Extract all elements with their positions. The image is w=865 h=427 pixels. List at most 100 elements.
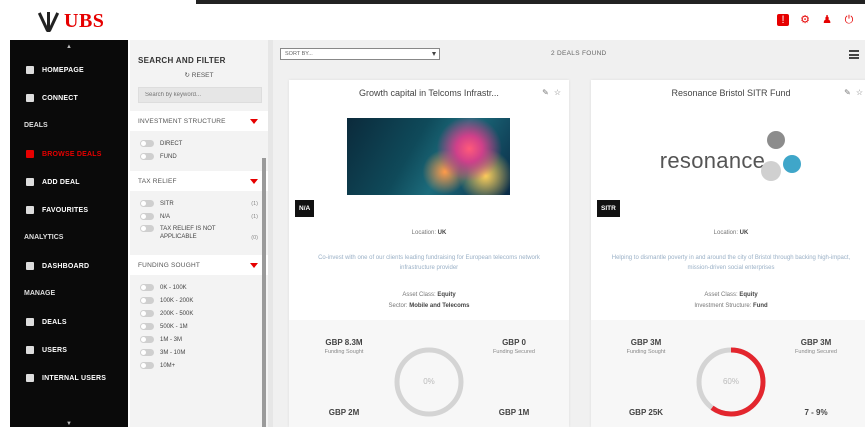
notifications-icon[interactable]: ! (777, 14, 789, 26)
deal-stats: GBP 8.3M Funding Sought GBP 0 Funding Secu… (289, 320, 569, 427)
filter-option-label: 0K - 100K (160, 284, 187, 291)
sidebar-item-connect[interactable]: CONNECT (10, 84, 128, 112)
filter-toggle[interactable] (140, 297, 154, 304)
filter-toggle[interactable] (140, 153, 154, 160)
sort-select[interactable]: SORT BY... (280, 48, 440, 60)
deal-card[interactable]: Resonance Bristol SITR Fund ✎ ☆ resonanc… (591, 80, 865, 427)
filter-toggle[interactable] (140, 336, 154, 343)
filter-section-title: TAX RELIEF (138, 177, 177, 185)
filter-option: 0K - 100K (130, 281, 268, 294)
edit-icon[interactable]: ✎ (844, 88, 851, 97)
caret-down-icon (250, 118, 258, 124)
funding-sought-stat: GBP 3M Funding Sought (611, 338, 681, 355)
filter-toggle[interactable] (140, 310, 154, 317)
meta2-value: Fund (753, 303, 768, 309)
sidebar-collapse-icon[interactable]: ▲ (10, 40, 128, 56)
filter-toggle[interactable] (140, 200, 154, 207)
meta2-label: Sector: (388, 303, 408, 309)
stat-value: GBP 1M (498, 408, 530, 417)
stat-value: GBP 8.3M (325, 338, 363, 347)
filter-toggle[interactable] (140, 213, 154, 220)
deal-card[interactable]: Growth capital in Telcoms Infrastr... ✎ … (289, 80, 569, 427)
filter-option-label: SITR (160, 200, 174, 207)
filter-toggle[interactable] (140, 284, 154, 291)
deals-toolbar: SORT BY... 2 DEALS FOUND (273, 40, 865, 68)
edit-icon[interactable]: ✎ (542, 88, 549, 97)
stat-value: GBP 3M (630, 338, 662, 347)
filter-option-label: TAX RELIEF IS NOT APPLICABLE (160, 226, 216, 240)
sidebar-item-label: DEALS (42, 318, 67, 326)
filter-section-header[interactable]: FUNDING SOUGHT (130, 255, 268, 275)
location-value: UK (739, 230, 749, 236)
filter-option: DIRECT (130, 137, 268, 150)
deal-description: Co-invest with one of our clients leadin… (318, 255, 540, 271)
funding-secured-stat: GBP 0 Funding Secured (479, 338, 549, 355)
view-toggle-icon[interactable] (849, 50, 859, 59)
secondary-stat: GBP 1M (479, 408, 549, 417)
sidebar-item-homepage[interactable]: HOMEPAGE (10, 56, 128, 84)
deal-title[interactable]: Growth capital in Telcoms Infrastr... (289, 88, 569, 98)
sidebar-item-dashboard[interactable]: DASHBOARD (10, 252, 128, 280)
favourite-icon[interactable]: ☆ (856, 88, 863, 97)
sidebar-section-heading: DEALS (24, 122, 48, 129)
filter-toggle[interactable] (140, 323, 154, 330)
location-label: Location: (411, 230, 436, 236)
sidebar-item-deals[interactable]: DEALS (10, 308, 128, 336)
chevron-down-icon (432, 52, 436, 56)
min-investment-stat: GBP 2M (309, 408, 379, 417)
deal-meta: Asset Class: Equity Sector: Mobile and T… (289, 290, 569, 312)
filter-option: 200K - 500K (130, 307, 268, 320)
internal-users-icon (26, 374, 34, 382)
sidebar-item-browse-deals[interactable]: BROWSE DEALS (10, 140, 128, 168)
filter-option: 100K - 200K (130, 294, 268, 307)
filter-scrollbar[interactable] (262, 158, 266, 427)
resonance-dots-icon (761, 127, 802, 187)
header-actions: ! ⚙ ♟ ⏻ (777, 14, 855, 26)
sidebar-item-label: CONNECT (42, 94, 79, 102)
filter-option: FUND (130, 150, 268, 163)
deals-found-count: 2 DEALS FOUND (551, 50, 607, 57)
filter-section-header[interactable]: TAX RELIEF (130, 171, 268, 191)
deal-card-tools: ✎ ☆ (844, 88, 863, 97)
filter-section-header[interactable]: INVESTMENT STRUCTURE (130, 111, 268, 131)
stat-label: Funding Sought (626, 349, 666, 355)
filter-toggle[interactable] (140, 140, 154, 147)
deal-stats: GBP 3M Funding Sought GBP 3M Funding Secur… (591, 320, 865, 427)
sidebar-item-internal-users[interactable]: INTERNAL USERS (10, 364, 128, 392)
filter-section-title: INVESTMENT STRUCTURE (138, 117, 226, 125)
deal-title[interactable]: Resonance Bristol SITR Fund (591, 88, 865, 98)
filter-option: N/A (1) (130, 210, 268, 223)
sidebar-item-label: FAVOURITES (42, 206, 89, 214)
stat-value: 7 - 9% (804, 408, 828, 417)
sidebar-section-heading: ANALYTICS (24, 234, 64, 241)
stat-value: GBP 2M (328, 408, 360, 417)
deals-main-area: SORT BY... 2 DEALS FOUND Growth capital … (273, 40, 865, 427)
settings-icon[interactable]: ⚙ (799, 14, 811, 26)
browse-icon (26, 150, 34, 158)
dashboard-icon (26, 262, 34, 270)
reset-label: RESET (191, 72, 214, 79)
keyword-search-input[interactable] (138, 87, 262, 103)
sidebar-item-add-deal[interactable]: ADD DEAL (10, 168, 128, 196)
filter-toggle[interactable] (140, 225, 154, 232)
filter-option-label: 3M - 10M (160, 349, 186, 356)
filter-toggle[interactable] (140, 362, 154, 369)
caret-down-icon (250, 262, 258, 268)
reset-button[interactable]: ↻ RESET (130, 71, 268, 79)
filter-option-label: 200K - 500K (160, 310, 194, 317)
ubs-logo[interactable]: UBS (37, 10, 104, 33)
sidebar-item-label: BROWSE DEALS (42, 150, 102, 158)
filter-toggle[interactable] (140, 349, 154, 356)
add-icon (26, 178, 34, 186)
sidebar-scroll-down-icon[interactable]: ▼ (10, 421, 128, 427)
resonance-logo-text: resonance (659, 147, 766, 173)
location-value: UK (437, 230, 447, 236)
deal-image-telecoms (347, 118, 510, 195)
logout-icon[interactable]: ⏻ (843, 14, 855, 26)
meta1-value: Equity (437, 292, 456, 298)
favourite-icon[interactable]: ☆ (554, 88, 561, 97)
sidebar-item-favourites[interactable]: FAVOURITES (10, 196, 128, 224)
user-icon[interactable]: ♟ (821, 14, 833, 26)
sidebar-item-users[interactable]: USERS (10, 336, 128, 364)
deal-description: Helping to dismantle poverty in and arou… (611, 255, 851, 271)
